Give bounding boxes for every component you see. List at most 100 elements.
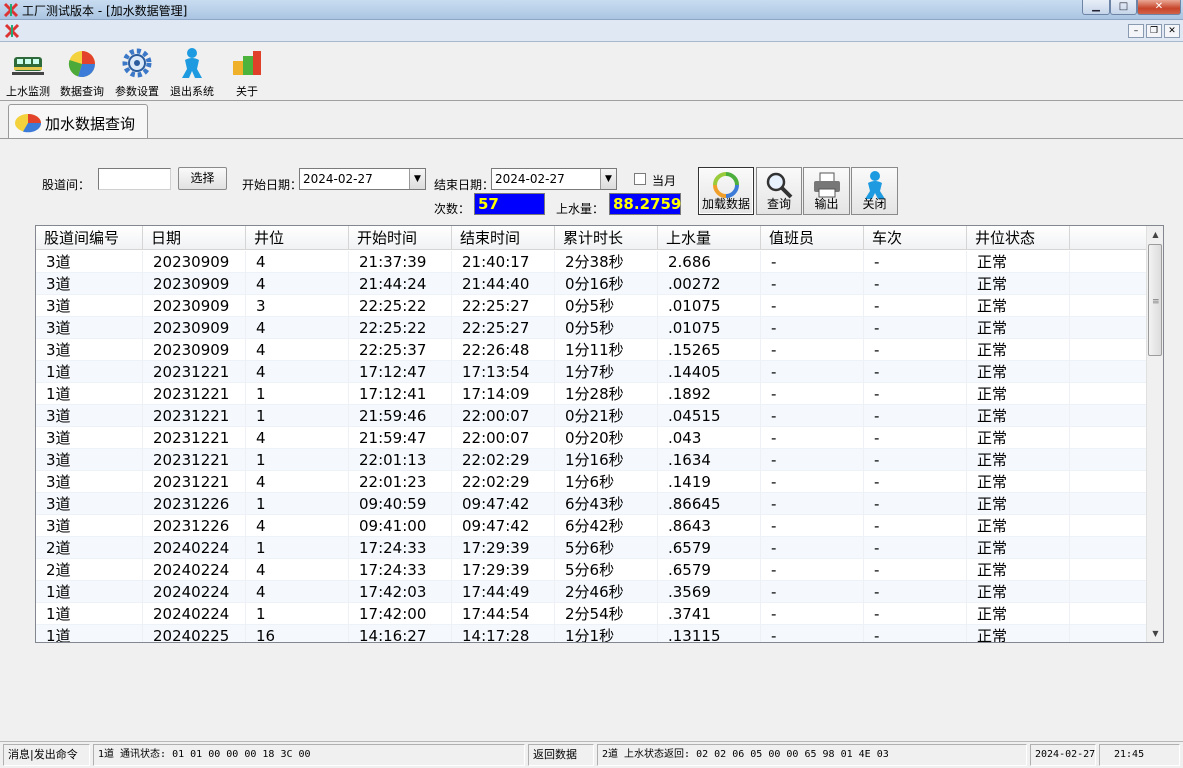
table-row[interactable]: 3道 20231221 4 21:59:47 22:00:07 0分20秒 .043- - 正常 xyxy=(36,427,1148,449)
table-row[interactable]: 1道 20231221 1 17:12:41 17:14:09 1分28秒 .1892- - 正… xyxy=(36,383,1148,405)
table-row[interactable]: 1道 20231221 4 17:12:47 17:13:54 1分7秒 .14405- - 正… xyxy=(36,361,1148,383)
table-cell: .00272 xyxy=(658,273,761,295)
column-header[interactable]: 结束时间 xyxy=(452,226,555,250)
column-header[interactable]: 开始时间 xyxy=(349,226,452,250)
table-cell: - xyxy=(864,383,967,405)
track-input[interactable] xyxy=(98,168,171,190)
table-row[interactable]: 3道 20230909 4 21:44:24 21:44:40 0分16秒 .00272- -… xyxy=(36,273,1148,295)
column-header[interactable]: 股道间编号 xyxy=(36,226,143,250)
chevron-down-icon[interactable]: ▼ xyxy=(409,169,425,189)
table-cell: 0分5秒 xyxy=(555,295,658,317)
toolbar-data-query[interactable]: 数据查询 xyxy=(54,45,110,99)
column-header[interactable]: 井位状态 xyxy=(967,226,1070,250)
table-cell: .14405 xyxy=(658,361,761,383)
export-button[interactable]: 输出 xyxy=(803,167,850,215)
column-header[interactable]: 上水量 xyxy=(658,226,761,250)
table-cell: - xyxy=(761,471,864,493)
maximize-button[interactable]: □ xyxy=(1110,0,1137,15)
table-row[interactable]: 1道 20240225 16 14:16:27 14:17:28 1分1秒 .13115- -… xyxy=(36,625,1148,642)
table-row[interactable]: 3道 20230909 4 22:25:22 22:25:27 0分5秒 .01075- - 正… xyxy=(36,317,1148,339)
table-cell: 3道 xyxy=(36,317,143,339)
start-date-picker[interactable]: 2024-02-27 ▼ xyxy=(299,168,426,190)
table-cell: 14:16:27 xyxy=(349,625,452,642)
minimize-button[interactable]: ▁ xyxy=(1082,0,1110,15)
table-cell: .1892 xyxy=(658,383,761,405)
table-cell: 正常 xyxy=(967,251,1070,273)
column-header[interactable]: 日期 xyxy=(143,226,246,250)
mdi-restore-button[interactable]: ❐ xyxy=(1146,24,1162,38)
pie-chart-icon xyxy=(68,51,96,78)
export-label: 输出 xyxy=(814,197,839,211)
table-cell: - xyxy=(761,427,864,449)
table-cell: 3 xyxy=(246,295,349,317)
month-checkbox[interactable] xyxy=(634,173,646,185)
table-cell: 22:25:27 xyxy=(452,317,555,339)
table-row[interactable]: 3道 20231226 4 09:41:00 09:47:42 6分42秒 .8643- - 正… xyxy=(36,515,1148,537)
table-cell: .04515 xyxy=(658,405,761,427)
count-label: 次数： xyxy=(434,202,471,216)
table-cell: 1 xyxy=(246,537,349,559)
toolbar-settings[interactable]: 参数设置 xyxy=(109,45,165,99)
table-cell: 3道 xyxy=(36,295,143,317)
table-cell: 正常 xyxy=(967,273,1070,295)
table-cell: 21:37:39 xyxy=(349,251,452,273)
end-date-value: 2024-02-27 xyxy=(495,172,565,186)
chevron-down-icon[interactable]: ▼ xyxy=(600,169,616,189)
data-grid[interactable]: 股道间编号 日期 井位 开始时间 结束时间 累计时长 上水量 值班员 车次 井位状态 3道 2023… xyxy=(35,225,1164,643)
close-button[interactable]: 关闭 xyxy=(851,167,898,215)
track-label: 股道间： xyxy=(42,178,91,192)
column-header[interactable]: 井位 xyxy=(246,226,349,250)
table-cell: 3道 xyxy=(36,405,143,427)
toolbar-about[interactable]: 关于 xyxy=(219,45,275,99)
scroll-thumb[interactable]: ≡ xyxy=(1148,244,1162,356)
close-window-button[interactable]: ✕ xyxy=(1137,0,1181,15)
table-cell: 4 xyxy=(246,251,349,273)
table-cell: .043 xyxy=(658,427,761,449)
table-cell: 2分46秒 xyxy=(555,581,658,603)
column-header[interactable]: 车次 xyxy=(864,226,967,250)
table-cell: 正常 xyxy=(967,559,1070,581)
child-window-icon[interactable] xyxy=(4,23,20,39)
load-data-button[interactable]: 加载数据 xyxy=(698,167,754,215)
table-cell: - xyxy=(864,471,967,493)
table-row[interactable]: 3道 20231221 1 22:01:13 22:02:29 1分16秒 .1634- - 正… xyxy=(36,449,1148,471)
select-button[interactable]: 选择 xyxy=(178,167,227,190)
vertical-scrollbar[interactable]: ▲ ≡ ▼ xyxy=(1146,226,1163,642)
table-row[interactable]: 3道 20230909 3 22:25:22 22:25:27 0分5秒 .01075- - 正… xyxy=(36,295,1148,317)
table-row[interactable]: 1道 20240224 4 17:42:03 17:44:49 2分46秒 .3569- - 正… xyxy=(36,581,1148,603)
scroll-down-icon[interactable]: ▼ xyxy=(1147,625,1163,642)
pie-chart-icon xyxy=(15,114,42,133)
toolbar-exit[interactable]: 退出系统 xyxy=(164,45,220,99)
table-row[interactable]: 2道 20240224 1 17:24:33 17:29:39 5分6秒 .6579- - 正常 xyxy=(36,537,1148,559)
table-cell: 20231226 xyxy=(143,515,246,537)
column-header[interactable]: 累计时长 xyxy=(555,226,658,250)
mdi-strip: – ❐ ✕ xyxy=(0,20,1183,42)
table-row[interactable]: 3道 20231226 1 09:40:59 09:47:42 6分43秒 .86645- -… xyxy=(36,493,1148,515)
title-bar[interactable]: 工厂测试版本 - [加水数据管理] ▁ □ ✕ xyxy=(0,0,1183,20)
table-cell: 20231221 xyxy=(143,405,246,427)
table-row[interactable]: 1道 20240224 1 17:42:00 17:44:54 2分54秒 .3741- - 正… xyxy=(36,603,1148,625)
table-cell: 3道 xyxy=(36,273,143,295)
table-row[interactable]: 3道 20230909 4 22:25:37 22:26:48 1分11秒 .15265- -… xyxy=(36,339,1148,361)
table-cell: - xyxy=(864,317,967,339)
table-row[interactable]: 3道 20230909 4 21:37:39 21:40:17 2分38秒 2.686- - 正… xyxy=(36,251,1148,273)
scroll-up-icon[interactable]: ▲ xyxy=(1147,226,1163,243)
toolbar-water-monitor[interactable]: 上水监测 xyxy=(0,45,56,99)
table-cell: 0分20秒 xyxy=(555,427,658,449)
mdi-minimize-button[interactable]: – xyxy=(1128,24,1144,38)
mdi-close-button[interactable]: ✕ xyxy=(1164,24,1180,38)
end-date-picker[interactable]: 2024-02-27 ▼ xyxy=(491,168,617,190)
query-button[interactable]: 查询 xyxy=(756,167,802,215)
load-data-label: 加载数据 xyxy=(701,197,750,211)
column-header[interactable]: 值班员 xyxy=(761,226,864,250)
table-row[interactable]: 2道 20240224 4 17:24:33 17:29:39 5分6秒 .6579- - 正常 xyxy=(36,559,1148,581)
table-row[interactable]: 3道 20231221 4 22:01:23 22:02:29 1分6秒 .1419- - 正常 xyxy=(36,471,1148,493)
table-cell: - xyxy=(761,603,864,625)
table-cell: 22:25:27 xyxy=(452,295,555,317)
table-row[interactable]: 3道 20231221 1 21:59:46 22:00:07 0分21秒 .04515- -… xyxy=(36,405,1148,427)
table-cell: - xyxy=(761,537,864,559)
tab-water-data-query[interactable]: 加水数据查询 xyxy=(8,104,148,138)
table-cell: 20240224 xyxy=(143,581,246,603)
table-cell: - xyxy=(761,493,864,515)
table-cell: 4 xyxy=(246,427,349,449)
